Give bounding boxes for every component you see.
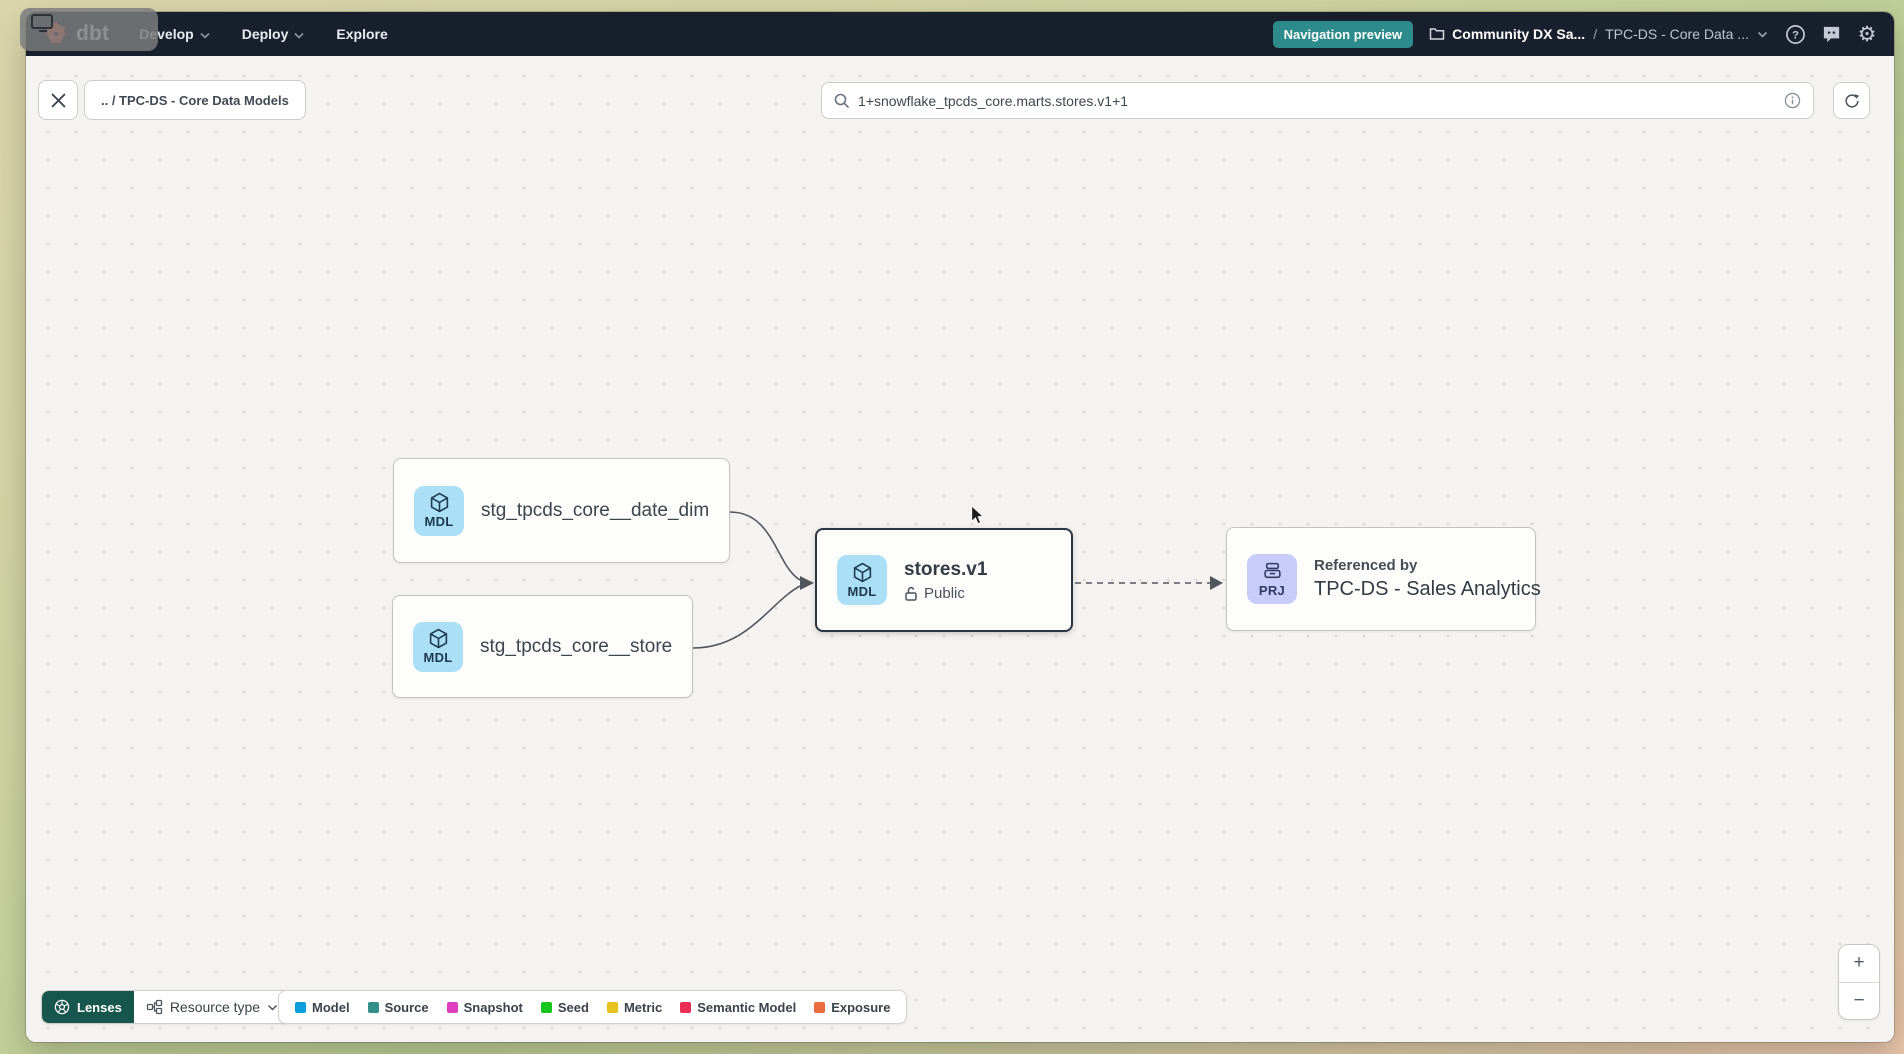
model-swatch xyxy=(295,1002,306,1013)
badge-label: PRJ xyxy=(1259,583,1285,598)
cube-icon xyxy=(428,628,449,649)
mouse-cursor xyxy=(968,506,986,526)
feedback-icon[interactable] xyxy=(1820,23,1842,45)
chevron-down-icon xyxy=(267,1004,278,1011)
legend-label: Semantic Model xyxy=(697,1000,796,1015)
breadcrumb-separator: / xyxy=(1593,26,1597,42)
chevron-down-icon xyxy=(200,32,210,39)
edge-date-dim-to-stores xyxy=(730,512,800,580)
nav-menu-explore-label: Explore xyxy=(336,26,387,42)
badge-label: MDL xyxy=(423,650,452,665)
node-label: stores.v1 xyxy=(904,559,987,581)
stacked-drawers-icon xyxy=(1262,561,1283,582)
seed-swatch xyxy=(541,1002,552,1013)
folder-icon xyxy=(1429,27,1445,41)
account-name-label: Community DX Sa... xyxy=(1452,26,1585,42)
badge-label: MDL xyxy=(847,584,876,599)
desktop-background: dbt Develop Deploy Explore Navigation pr… xyxy=(0,0,1904,1054)
settings-gear-icon[interactable]: ⚙ xyxy=(1856,23,1878,45)
lenses-control: Lenses Resource type xyxy=(41,990,291,1024)
navbar-right-group: Navigation preview Community DX Sa... / … xyxy=(1273,21,1878,48)
legend-label: Metric xyxy=(624,1000,662,1015)
resource-type-dropdown[interactable]: Resource type xyxy=(134,991,290,1023)
search-icon xyxy=(834,93,850,109)
canvas-zoom-control: + − xyxy=(1838,944,1880,1020)
navigation-preview-badge[interactable]: Navigation preview xyxy=(1273,21,1413,48)
help-icon[interactable]: ? xyxy=(1784,23,1806,45)
badge-label: MDL xyxy=(424,514,453,529)
resource-graph-icon xyxy=(146,999,163,1015)
refresh-lineage-button[interactable] xyxy=(1833,82,1870,119)
access-level: Public xyxy=(904,585,987,602)
edge-store-to-stores xyxy=(693,586,800,648)
legend-label: Source xyxy=(385,1000,429,1015)
model-badge: MDL xyxy=(414,486,464,536)
top-navbar: dbt Develop Deploy Explore Navigation pr… xyxy=(26,12,1894,56)
node-stg-tpcds-core-date-dim[interactable]: MDL stg_tpcds_core__date_dim xyxy=(393,458,730,563)
resource-type-label: Resource type xyxy=(170,999,260,1015)
navbar-icons: ? ⚙ xyxy=(1784,23,1878,45)
node-stores-v1[interactable]: MDL stores.v1 Public xyxy=(815,528,1073,632)
node-stg-tpcds-core-store[interactable]: MDL stg_tpcds_core__store xyxy=(392,595,693,698)
nav-menu-explore[interactable]: Explore xyxy=(336,26,387,42)
legend-label: Seed xyxy=(558,1000,589,1015)
model-badge: MDL xyxy=(837,555,887,605)
unlock-icon xyxy=(904,586,918,601)
arrowhead-icon xyxy=(1210,576,1223,590)
semantic-model-swatch xyxy=(680,1002,691,1013)
lineage-canvas[interactable]: .. / TPC-DS - Core Data Models xyxy=(26,56,1894,1042)
node-label: TPC-DS - Sales Analytics xyxy=(1314,578,1541,601)
legend-item-model: Model xyxy=(295,1000,350,1015)
project-name: TPC-DS - Core Data ... xyxy=(1605,26,1749,42)
nav-menu-deploy-label: Deploy xyxy=(242,26,289,42)
breadcrumb[interactable]: .. / TPC-DS - Core Data Models xyxy=(84,80,306,120)
project-badge: PRJ xyxy=(1247,554,1297,604)
node-label: stg_tpcds_core__date_dim xyxy=(481,500,709,522)
account-name: Community DX Sa... xyxy=(1429,26,1585,42)
legend-item-exposure: Exposure xyxy=(814,1000,890,1015)
access-label: Public xyxy=(924,585,965,602)
lenses-label: Lenses xyxy=(77,1000,122,1015)
refresh-icon xyxy=(1843,92,1861,110)
zoom-out-button[interactable]: − xyxy=(1839,983,1879,1020)
app-window: dbt Develop Deploy Explore Navigation pr… xyxy=(26,12,1894,1042)
legend-item-snapshot: Snapshot xyxy=(447,1000,523,1015)
legend-item-semantic-model: Semantic Model xyxy=(680,1000,796,1015)
exposure-swatch xyxy=(814,1002,825,1013)
zoom-in-button[interactable]: + xyxy=(1839,945,1879,983)
resource-type-legend: Model Source Snapshot Seed Metric xyxy=(278,990,907,1024)
metric-swatch xyxy=(607,1002,618,1013)
screen-share-indicator xyxy=(20,8,158,51)
screen-icon xyxy=(30,13,56,33)
node-referenced-by-sales-analytics[interactable]: PRJ Referenced by TPC-DS - Sales Analyti… xyxy=(1226,527,1536,631)
node-overline: Referenced by xyxy=(1314,557,1541,574)
legend-item-metric: Metric xyxy=(607,1000,662,1015)
breadcrumb-label: .. / TPC-DS - Core Data Models xyxy=(101,93,289,108)
info-icon[interactable] xyxy=(1784,92,1801,109)
model-badge: MDL xyxy=(413,622,463,672)
legend-label: Snapshot xyxy=(464,1000,523,1015)
snapshot-swatch xyxy=(447,1002,458,1013)
legend-label: Exposure xyxy=(831,1000,890,1015)
project-breadcrumb[interactable]: Community DX Sa... / TPC-DS - Core Data … xyxy=(1429,26,1768,42)
lineage-search-bar xyxy=(821,82,1814,119)
legend-item-source: Source xyxy=(368,1000,429,1015)
node-label: stg_tpcds_core__store xyxy=(480,636,672,658)
source-swatch xyxy=(368,1002,379,1013)
legend-label: Model xyxy=(312,1000,350,1015)
lens-aperture-icon xyxy=(54,999,70,1015)
chevron-down-icon xyxy=(294,32,304,39)
close-icon xyxy=(51,93,66,108)
nav-menu-deploy[interactable]: Deploy xyxy=(242,26,305,42)
lenses-button[interactable]: Lenses xyxy=(42,991,134,1023)
svg-text:?: ? xyxy=(1792,29,1799,41)
chevron-down-icon[interactable] xyxy=(1757,31,1768,38)
close-lineage-button[interactable] xyxy=(38,80,78,120)
cube-icon xyxy=(429,492,450,513)
cube-icon xyxy=(852,562,873,583)
search-input[interactable] xyxy=(858,93,1776,109)
legend-item-seed: Seed xyxy=(541,1000,589,1015)
arrowhead-icon xyxy=(800,576,814,590)
